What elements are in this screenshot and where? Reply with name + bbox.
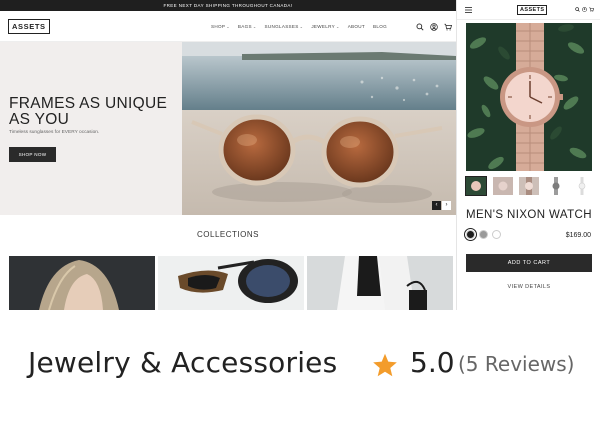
product-thumbnails	[465, 176, 592, 196]
nav-sunglasses[interactable]: SUNGLASSES⌄	[265, 24, 304, 29]
nav-jewelry-label: JEWELRY	[311, 24, 336, 29]
chevron-down-icon: ⌄	[336, 24, 340, 29]
category-title: Jewelry & Accessories	[28, 346, 338, 379]
screenshot: FREE NEXT DAY SHIPPING THROUGHOUT CANADA…	[0, 0, 600, 423]
search-icon[interactable]	[575, 7, 580, 12]
swatch-white[interactable]	[492, 230, 501, 239]
desktop-storefront: FREE NEXT DAY SHIPPING THROUGHOUT CANADA…	[0, 0, 456, 310]
hero-subtitle: Timeless sunglasses for EVERY occasion.	[9, 130, 100, 135]
menu-icon[interactable]	[465, 7, 472, 13]
cart-icon[interactable]	[589, 7, 594, 12]
account-icon[interactable]	[582, 7, 587, 12]
hero-text-panel: FRAMES AS UNIQUE AS YOU Timeless sunglas…	[0, 42, 182, 215]
store-logo[interactable]: ASSETS	[8, 18, 50, 34]
nav-shop-label: SHOP	[211, 24, 226, 29]
add-to-cart-button[interactable]: ADD TO CART	[466, 254, 592, 272]
hero-sunglasses-image: ‹ ›	[182, 42, 456, 215]
star-icon	[373, 353, 397, 377]
nav-jewelry[interactable]: JEWELRY⌄	[311, 24, 339, 29]
thumbnail-3[interactable]	[519, 177, 539, 195]
collections-heading: COLLECTIONS	[197, 230, 259, 239]
account-icon[interactable]	[430, 22, 438, 31]
announcement-bar: FREE NEXT DAY SHIPPING THROUGHOUT CANADA…	[0, 0, 456, 11]
cart-icon[interactable]	[444, 23, 452, 31]
thumbnail-image	[545, 177, 566, 195]
rating-value: 5.0	[410, 346, 455, 379]
mobile-header: ASSETS	[457, 0, 600, 20]
thumbnail-image	[492, 177, 513, 195]
product-quick-view: ASSETS MEN'S NIXON WATCH $169.00 ADD TO …	[456, 0, 600, 310]
header-icons	[416, 11, 452, 42]
chevron-right-icon[interactable]: ›	[442, 201, 451, 210]
thumbnail-4[interactable]	[545, 177, 566, 195]
product-price: $169.00	[565, 232, 591, 239]
nav-blog[interactable]: BLOG	[373, 24, 387, 29]
mobile-header-icons	[575, 7, 594, 12]
nav-bags-label: BAGS	[237, 24, 252, 29]
mobile-store-logo[interactable]: ASSETS	[517, 5, 548, 15]
hero-slider-controls: ‹ ›	[432, 201, 451, 210]
collection-card-hair[interactable]	[9, 256, 155, 310]
chevron-down-icon: ⌄	[299, 24, 304, 29]
thumbnail-5[interactable]	[572, 177, 592, 195]
nav-sunglasses-label: SUNGLASSES	[264, 24, 299, 29]
thumbnail-1[interactable]	[465, 176, 487, 196]
collection-card-sunglasses[interactable]	[158, 256, 304, 310]
chevron-left-icon[interactable]: ‹	[432, 201, 441, 210]
thumbnail-image	[572, 177, 592, 195]
nav-about[interactable]: ABOUT	[348, 24, 365, 29]
collection-image-model	[9, 256, 155, 310]
thumbnail-2[interactable]	[492, 177, 513, 195]
swatch-grey[interactable]	[479, 230, 488, 239]
site-header: ASSETS SHOP⌄ BAGS⌄ SUNGLASSES⌄ JEWELRY⌄ …	[0, 11, 456, 42]
thumbnail-image	[519, 177, 539, 195]
shop-now-button[interactable]: SHOP NOW	[9, 147, 56, 162]
chevron-down-icon: ⌄	[252, 24, 257, 29]
nav-bags[interactable]: BAGS⌄	[238, 24, 257, 29]
product-title: MEN'S NIXON WATCH	[466, 209, 592, 221]
collection-image-fashion	[307, 256, 453, 310]
hero-banner: FRAMES AS UNIQUE AS YOU Timeless sunglas…	[0, 42, 456, 215]
review-count: (5 Reviews)	[458, 352, 575, 376]
main-nav: SHOP⌄ BAGS⌄ SUNGLASSES⌄ JEWELRY⌄ ABOUT B…	[211, 11, 387, 42]
thumbnail-image	[466, 177, 486, 195]
collection-card-fashion[interactable]	[307, 256, 453, 310]
chevron-down-icon: ⌄	[226, 24, 230, 29]
search-icon[interactable]	[416, 23, 424, 31]
watch-photo	[466, 23, 592, 171]
nav-shop[interactable]: SHOP⌄	[211, 24, 230, 29]
view-details-link[interactable]: VIEW DETAILS	[466, 284, 592, 290]
theme-caption: Jewelry & Accessories 5.0 (5 Reviews)	[0, 310, 600, 423]
color-swatches	[464, 228, 501, 241]
swatch-black[interactable]	[464, 228, 477, 241]
collection-image-sunglasses	[158, 256, 304, 310]
hero-title: FRAMES AS UNIQUE AS YOU	[9, 95, 168, 128]
sunglasses-photo	[182, 42, 456, 215]
product-main-image[interactable]	[466, 23, 592, 171]
